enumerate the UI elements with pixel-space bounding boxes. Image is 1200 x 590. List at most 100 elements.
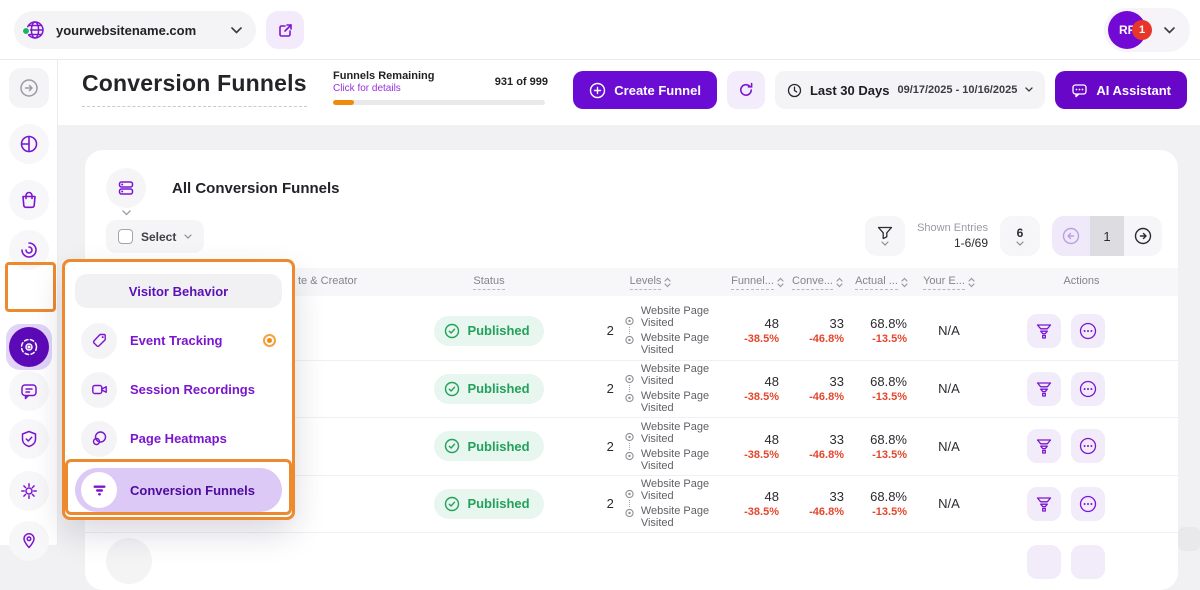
menu-item-conversion-funnels[interactable]: Conversion Funnels (75, 468, 282, 512)
visitor-behavior-flyout: Visitor Behavior Event Tracking Session … (62, 259, 295, 520)
pie-chart-icon[interactable] (9, 124, 49, 164)
row-more-button[interactable] (1071, 314, 1105, 348)
conversion-cell: 33 -46.8% (785, 476, 850, 533)
step-pin-icon (624, 334, 635, 345)
your-e-cell: N/A (913, 476, 985, 533)
location-pin-icon[interactable] (9, 521, 49, 561)
shopping-bag-icon[interactable] (9, 180, 49, 220)
menu-item-event-tracking[interactable]: Event Tracking (75, 316, 282, 365)
your-e-cell: N/A (913, 302, 985, 360)
globe-icon (24, 19, 46, 41)
sort-icon (968, 277, 975, 288)
menu-item-page-heatmaps[interactable]: Page Heatmaps (75, 414, 282, 463)
date-range-value: 09/17/2025 - 10/16/2025 (897, 84, 1017, 96)
ellipsis-circle-icon (1078, 494, 1098, 514)
status-badge: Published (434, 316, 543, 346)
col-conversion[interactable]: Conve... (785, 275, 850, 290)
funnels-quota: 931 of 999 (438, 76, 548, 88)
website-selector[interactable]: yourwebsitename.com (14, 11, 256, 49)
ellipsis-circle-icon (1078, 379, 1098, 399)
row-more-button[interactable] (1071, 487, 1105, 521)
levels-count: 2 (571, 439, 624, 454)
status-badge: Published (434, 431, 543, 461)
ellipsis-circle-icon (1078, 436, 1098, 456)
flyout-header: Visitor Behavior (75, 274, 282, 308)
prev-page-button[interactable] (1052, 216, 1090, 256)
funnel-bars-icon (81, 472, 117, 508)
col-funnel[interactable]: Funnel... (730, 275, 785, 290)
col-levels[interactable]: Levels (571, 275, 730, 290)
chevron-down-icon (122, 210, 131, 216)
col-status[interactable]: Status (407, 275, 571, 290)
col-actual[interactable]: Actual ... (850, 275, 913, 290)
create-funnel-button[interactable]: Create Funnel (573, 71, 717, 109)
shield-check-icon[interactable] (9, 419, 49, 459)
chevron-down-icon (231, 27, 242, 34)
pagination: 1 (1052, 216, 1162, 256)
step-pin-icon (624, 489, 635, 500)
notification-badge: 1 (1132, 20, 1152, 40)
date-range-picker[interactable]: Last 30 Days 09/17/2025 - 10/16/2025 (775, 71, 1045, 109)
sort-icon (836, 277, 843, 288)
conversion-cell: 33 -46.8% (785, 361, 850, 418)
refresh-button[interactable] (727, 71, 765, 109)
menu-item-session-recordings[interactable]: Session Recordings (75, 365, 282, 414)
levels-rail (624, 489, 635, 518)
level-item: Website Page Visited (641, 390, 730, 414)
actions-placeholder (985, 545, 1178, 579)
conversion-cell: 33 -46.8% (785, 418, 850, 475)
account-menu[interactable]: RF 1 (1104, 8, 1190, 52)
expand-panel-icon[interactable] (9, 68, 49, 108)
view-funnel-button[interactable] (1027, 314, 1061, 348)
your-e-cell: N/A (913, 418, 985, 475)
check-circle-icon (444, 496, 460, 512)
sidebar-nav (0, 60, 58, 545)
status-cell: Published (407, 418, 571, 475)
funnel-chart-icon (1035, 437, 1053, 455)
arrow-right-circle-icon (1133, 226, 1153, 246)
next-page-button[interactable] (1124, 216, 1162, 256)
select-dropdown[interactable]: Select (106, 220, 204, 253)
conversion-cell: 33 -46.8% (785, 302, 850, 360)
row-more-button[interactable] (1071, 372, 1105, 406)
settings-gear-icon[interactable] (9, 471, 49, 511)
filter-button[interactable] (865, 216, 905, 256)
funnels-progress-bar (333, 100, 545, 105)
view-funnel-button[interactable] (1027, 429, 1061, 463)
spiral-icon[interactable] (9, 230, 49, 270)
select-checkbox[interactable] (118, 229, 133, 244)
status-cell: Published (407, 476, 571, 533)
external-link-icon (277, 22, 294, 39)
current-page[interactable]: 1 (1090, 216, 1124, 256)
chevron-down-icon (881, 241, 889, 246)
view-funnel-button[interactable] (1027, 487, 1061, 521)
sidebar-item-visitor-behavior[interactable] (6, 324, 52, 370)
open-website-button[interactable] (266, 11, 304, 49)
page-size-selector[interactable]: 6 (1000, 216, 1040, 256)
funnel-cell: 48 -38.5% (730, 476, 785, 533)
level-item: Website Page Visited (641, 305, 730, 329)
database-icon (106, 168, 146, 208)
sort-icon (777, 277, 784, 288)
your-e-cell: N/A (913, 361, 985, 418)
chat-bubble-icon (1071, 82, 1088, 99)
row-more-button[interactable] (1071, 429, 1105, 463)
sort-icon (901, 277, 908, 288)
level-item: Website Page Visited (641, 363, 730, 387)
view-funnel-button[interactable] (1027, 372, 1061, 406)
tag-icon (81, 323, 117, 359)
funnels-collection-selector[interactable] (106, 168, 146, 216)
funnel-cell: 48 -38.5% (730, 302, 785, 360)
sort-icon (664, 277, 671, 288)
level-item: Website Page Visited (641, 421, 730, 445)
step-pin-icon (624, 507, 635, 518)
actual-cell: 68.8% -13.5% (850, 476, 913, 533)
scroll-widget[interactable] (1178, 527, 1200, 551)
chat-icon[interactable] (9, 371, 49, 411)
ai-assistant-button[interactable]: AI Assistant (1055, 71, 1187, 109)
chevron-down-icon (1016, 241, 1024, 246)
col-your-e[interactable]: Your E... (913, 275, 985, 290)
shown-entries-range: 1-6/69 (954, 236, 988, 250)
step-pin-icon (624, 432, 635, 443)
shown-entries: Shown Entries 1-6/69 (917, 222, 988, 250)
